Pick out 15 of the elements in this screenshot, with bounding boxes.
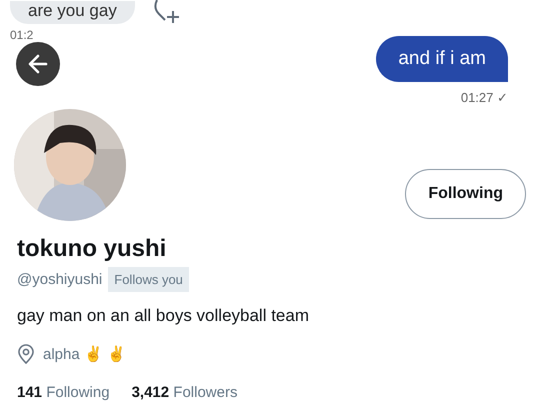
following-button[interactable]: Following	[405, 169, 526, 219]
profile-handle: @yoshiyushi	[17, 271, 102, 288]
followers-count-link[interactable]: 3,412 Followers	[132, 384, 238, 401]
location-pin-icon	[17, 344, 35, 364]
following-count-link[interactable]: 141 Following	[17, 384, 110, 401]
back-arrow-icon	[26, 52, 50, 76]
profile-location: alpha ✌ ✌	[43, 345, 126, 363]
profile-name: tokuno yushi	[17, 235, 168, 263]
message-bubble: and if i am	[376, 36, 508, 82]
message-time: 01:2	[10, 28, 34, 42]
follows-you-badge: Follows you	[108, 267, 189, 292]
message-bubble: are you gay	[10, 0, 135, 24]
profile-bio: gay man on an all boys volleyball team	[17, 306, 310, 326]
message-time: 01:27 ✓	[460, 90, 508, 105]
back-button[interactable]	[16, 42, 60, 86]
